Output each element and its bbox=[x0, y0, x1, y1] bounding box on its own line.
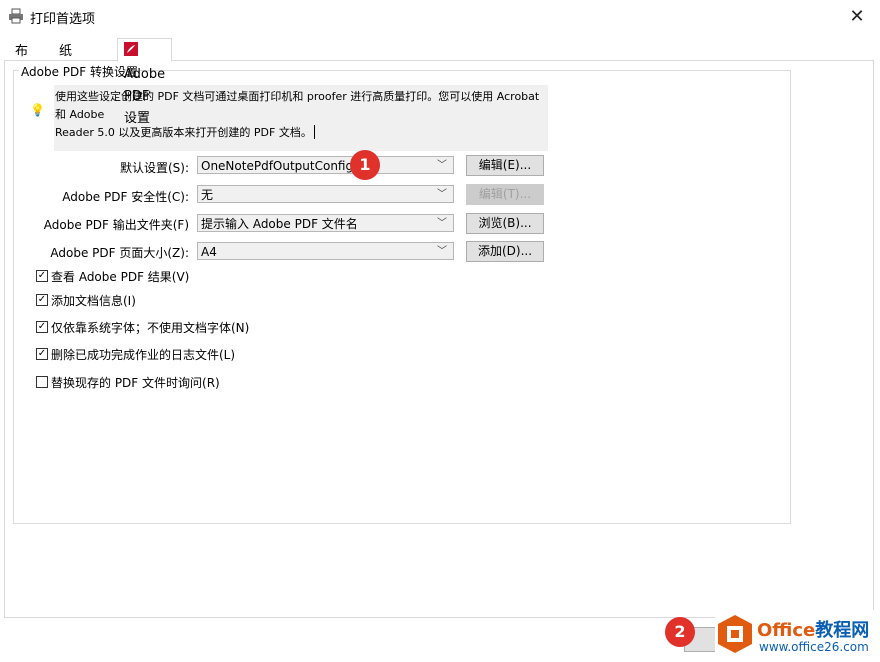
output-folder-select[interactable]: 提示输入 Adobe PDF 文件名 ﹀ bbox=[197, 214, 454, 232]
ask-replace-checkbox[interactable]: 替换现存的 PDF 文件时询问(R) bbox=[36, 374, 220, 390]
security-value: 无 bbox=[201, 188, 214, 202]
tab-layout[interactable]: 布局 bbox=[8, 41, 35, 78]
checkbox-checked-icon: ✓ bbox=[36, 294, 48, 306]
watermark-title-orange: Office bbox=[757, 620, 816, 641]
chevron-down-icon: ﹀ bbox=[437, 246, 447, 257]
delete-log-checkbox[interactable]: ✓ 删除已成功完成作业的日志文件(L) bbox=[36, 346, 235, 362]
printer-icon bbox=[8, 8, 24, 24]
page-size-select[interactable]: A4 ﹀ bbox=[197, 242, 454, 260]
chevron-down-icon: ﹀ bbox=[437, 160, 447, 171]
checkbox-unchecked-icon bbox=[36, 376, 48, 388]
output-folder-label: Adobe PDF 输出文件夹(F) bbox=[43, 218, 189, 232]
default-settings-value: OneNotePdfOutputConfig bbox=[201, 159, 354, 173]
checkbox-label: 替换现存的 PDF 文件时询问(R) bbox=[51, 375, 220, 390]
lightbulb-icon: 💡 bbox=[30, 103, 45, 117]
checkbox-checked-icon: ✓ bbox=[36, 348, 48, 360]
browse-button[interactable]: 浏览(B)... bbox=[466, 213, 544, 234]
close-icon: ✕ bbox=[849, 5, 865, 27]
checkbox-checked-icon: ✓ bbox=[36, 321, 48, 333]
office-logo-icon bbox=[717, 614, 753, 654]
default-settings-select[interactable]: OneNotePdfOutputConfig ﹀ bbox=[197, 156, 454, 174]
security-select[interactable]: 无 ﹀ bbox=[197, 185, 454, 203]
tab-panel: Adobe PDF 转换设置 💡 使用这些设定创建的 PDF 文档可通过桌面打印… bbox=[4, 60, 874, 618]
page-size-value: A4 bbox=[201, 245, 217, 259]
tab-paper-quality[interactable]: 纸张/质量 bbox=[52, 41, 83, 116]
title-bar: 打印首选项 ✕ bbox=[0, 0, 880, 32]
chevron-down-icon: ﹀ bbox=[437, 189, 447, 200]
tab-adobe-pdf-settings[interactable]: Adobe PDF 设置 bbox=[117, 38, 173, 126]
group-title: Adobe PDF 转换设置 bbox=[19, 63, 140, 80]
description-line-2: Reader 5.0 以及更高版本来打开创建的 PDF 文档。 bbox=[55, 126, 312, 139]
window-title: 打印首选项 bbox=[30, 12, 96, 27]
edit-default-button[interactable]: 编辑(E)... bbox=[466, 155, 544, 176]
chevron-down-icon: ﹀ bbox=[437, 218, 447, 229]
checkbox-label: 查看 Adobe PDF 结果(V) bbox=[51, 269, 190, 284]
checkbox-checked-icon: ✓ bbox=[36, 270, 48, 282]
checkbox-label: 删除已成功完成作业的日志文件(L) bbox=[51, 347, 236, 362]
annotation-badge-1: 1 bbox=[350, 150, 380, 180]
annotation-badge-2: 2 bbox=[665, 617, 695, 647]
watermark-title: Office教程网 bbox=[757, 616, 869, 642]
watermark: Office教程网 www.office26.com bbox=[715, 610, 880, 660]
page-size-label: Adobe PDF 页面大小(Z): bbox=[50, 246, 189, 260]
output-folder-value: 提示输入 Adobe PDF 文件名 bbox=[201, 217, 358, 231]
close-button[interactable]: ✕ bbox=[834, 0, 880, 32]
checkbox-label: 添加文档信息(I) bbox=[51, 293, 136, 308]
conversion-settings-group: Adobe PDF 转换设置 💡 使用这些设定创建的 PDF 文档可通过桌面打印… bbox=[13, 63, 791, 524]
watermark-title-blue: 教程网 bbox=[815, 620, 870, 641]
watermark-url: www.office26.com bbox=[759, 640, 869, 654]
system-fonts-checkbox[interactable]: ✓ 仅依靠系统字体；不使用文档字体(N) bbox=[36, 319, 249, 335]
view-results-checkbox[interactable]: ✓ 查看 Adobe PDF 结果(V) bbox=[36, 268, 189, 284]
default-settings-label: 默认设置(S): bbox=[119, 161, 189, 175]
add-page-size-button[interactable]: 添加(D)... bbox=[466, 241, 544, 262]
text-caret bbox=[313, 125, 315, 139]
edit-security-button[interactable]: 编辑(T)... bbox=[466, 184, 544, 205]
security-label: Adobe PDF 安全性(C): bbox=[62, 190, 189, 204]
add-doc-info-checkbox[interactable]: ✓ 添加文档信息(I) bbox=[36, 292, 136, 308]
adobe-pdf-icon bbox=[124, 42, 138, 64]
checkbox-label: 仅依靠系统字体；不使用文档字体(N) bbox=[51, 320, 250, 335]
